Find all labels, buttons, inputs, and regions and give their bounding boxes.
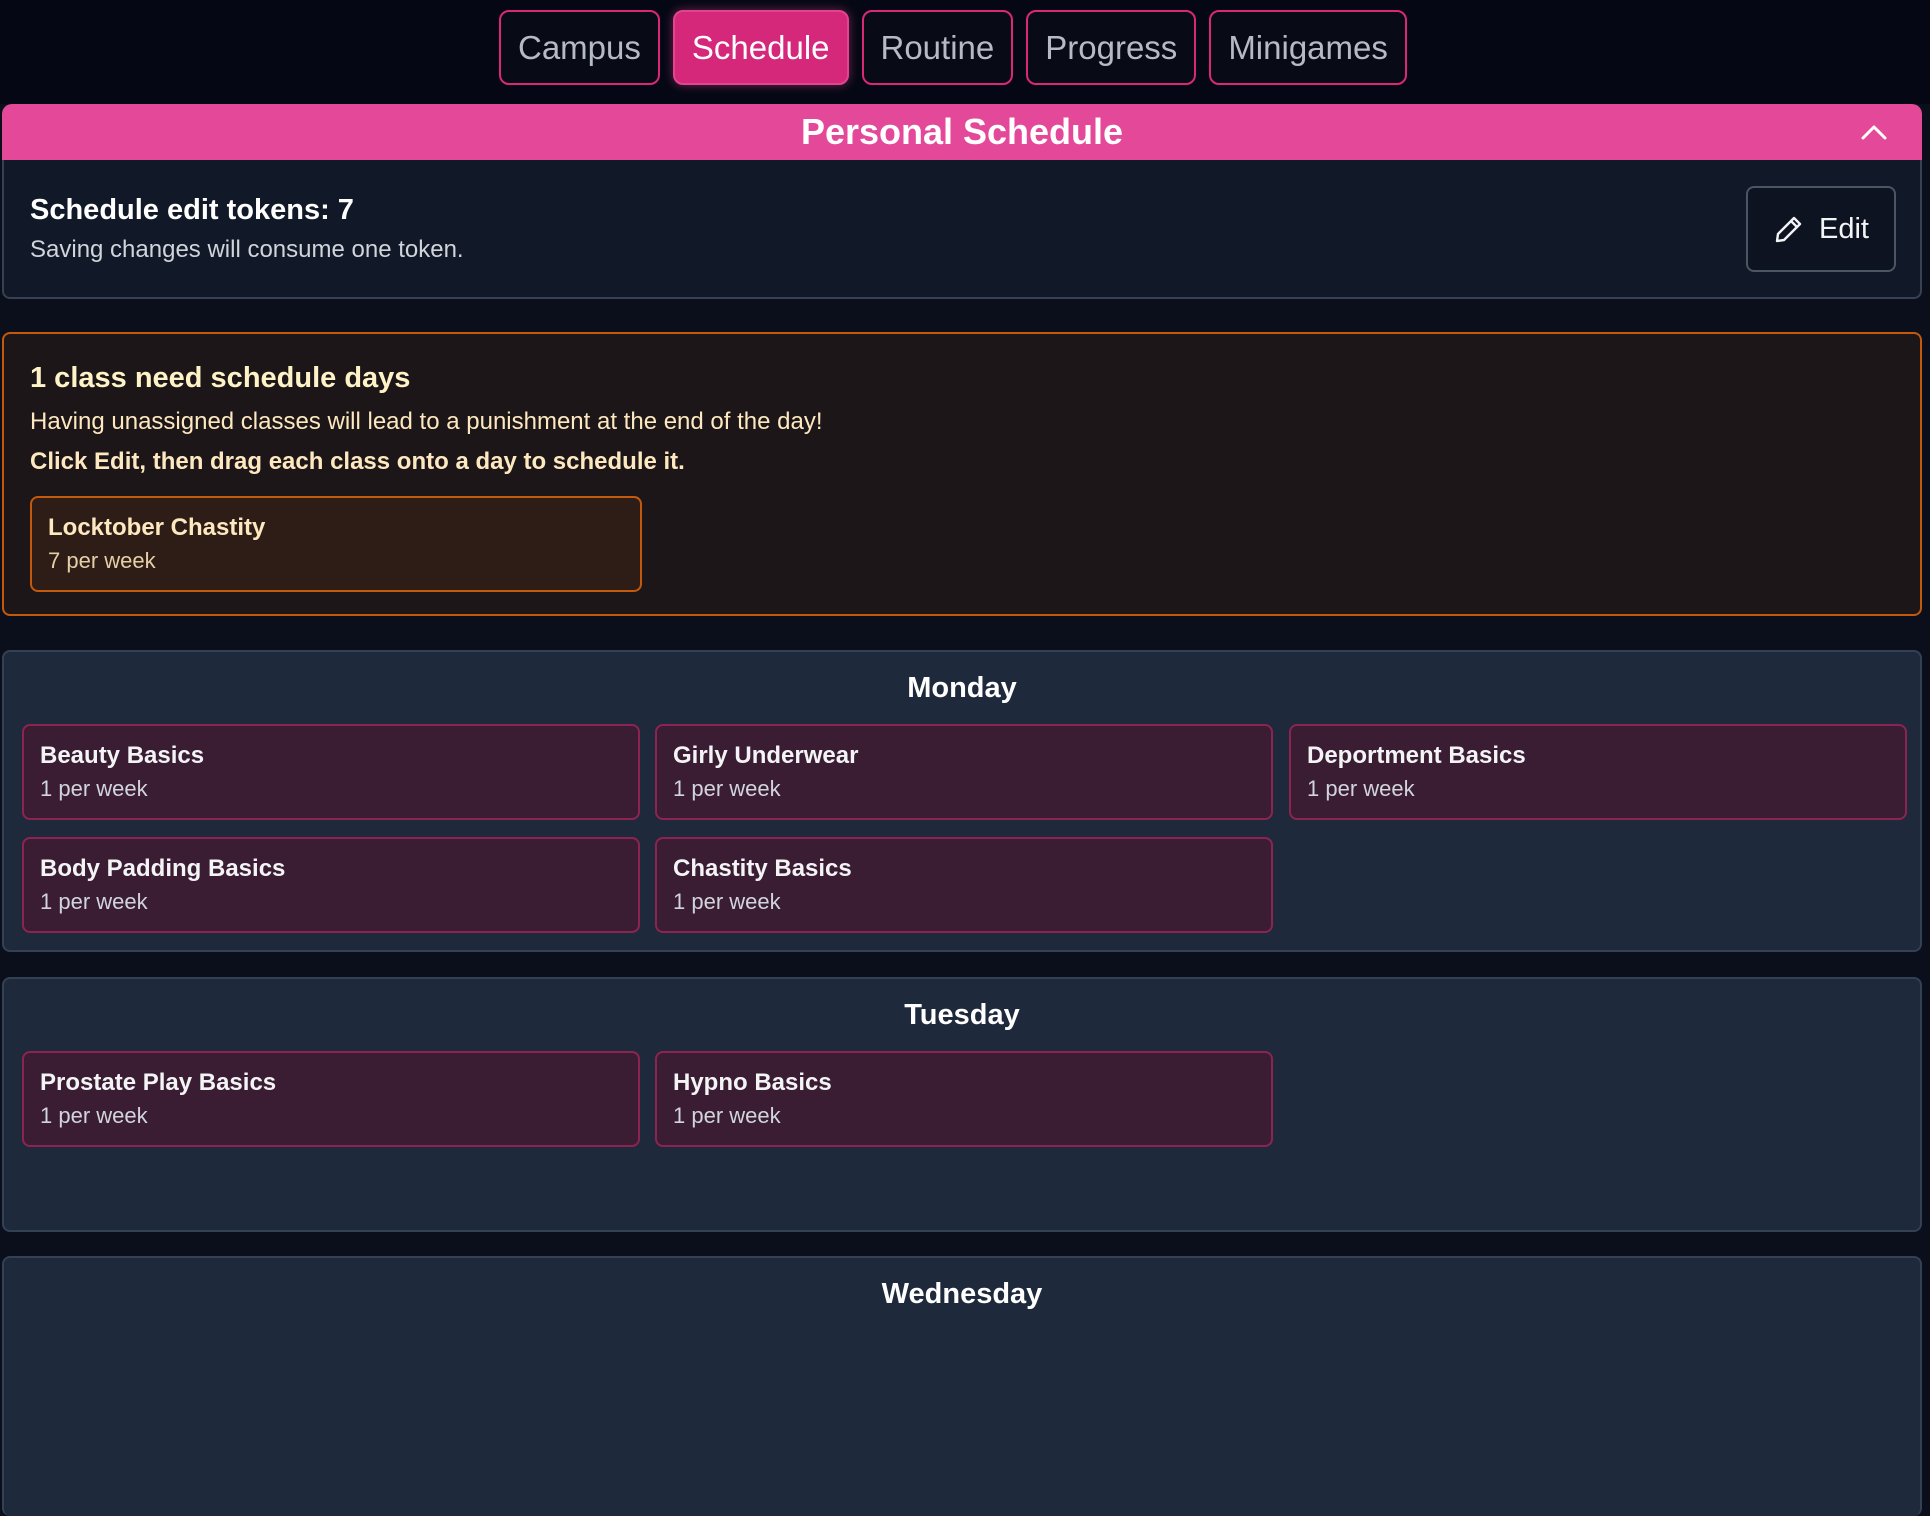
pencil-icon xyxy=(1775,216,1802,243)
class-name: Girly Underwear xyxy=(673,742,859,769)
warning-instructions: Click Edit, then drag each class onto a … xyxy=(30,448,685,475)
tab-schedule[interactable]: Schedule xyxy=(672,10,849,85)
class-card[interactable]: Beauty Basics 1 per week xyxy=(22,724,640,820)
class-name: Prostate Play Basics xyxy=(40,1069,277,1096)
edit-button-label: Edit xyxy=(1819,212,1869,245)
class-frequency: 1 per week xyxy=(673,1103,781,1128)
page-title: Personal Schedule xyxy=(800,111,1124,152)
class-frequency: 1 per week xyxy=(673,776,781,801)
day-title: Tuesday xyxy=(904,999,1020,1031)
class-frequency: 7 per week xyxy=(48,548,156,573)
top-nav: Campus Schedule Routine Progress Minigam… xyxy=(0,0,1930,104)
tab-campus[interactable]: Campus xyxy=(499,10,660,85)
class-card[interactable]: Deportment Basics 1 per week xyxy=(1289,724,1907,820)
class-name: Chastity Basics xyxy=(673,855,852,882)
class-name: Body Padding Basics xyxy=(40,855,286,882)
day-panel-wednesday: Wednesday xyxy=(2,1256,1922,1516)
unassigned-warning-panel: 1 class need schedule days Having unassi… xyxy=(2,332,1922,616)
tokens-panel: Schedule edit tokens: 7 Saving changes w… xyxy=(2,160,1922,299)
day-panel-monday: Monday Beauty Basics 1 per week Girly Un… xyxy=(2,650,1922,952)
class-card[interactable]: Body Padding Basics 1 per week xyxy=(22,837,640,933)
class-card[interactable]: Prostate Play Basics 1 per week xyxy=(22,1051,640,1147)
tokens-subtitle: Saving changes will consume one token. xyxy=(30,236,464,263)
warning-text: Having unassigned classes will lead to a… xyxy=(30,408,823,435)
schedule-header[interactable]: Personal Schedule xyxy=(2,104,1922,160)
class-frequency: 1 per week xyxy=(40,889,148,914)
tab-routine[interactable]: Routine xyxy=(861,10,1014,85)
day-panel-tuesday: Tuesday Prostate Play Basics 1 per week … xyxy=(2,977,1922,1232)
edit-button[interactable]: Edit xyxy=(1746,186,1896,272)
class-frequency: 1 per week xyxy=(1307,776,1415,801)
tokens-title: Schedule edit tokens: 7 xyxy=(30,194,354,226)
class-card[interactable]: Chastity Basics 1 per week xyxy=(655,837,1273,933)
class-name: Beauty Basics xyxy=(40,742,205,769)
class-name: Hypno Basics xyxy=(673,1069,832,1096)
collapse-button[interactable] xyxy=(1854,112,1894,152)
class-frequency: 1 per week xyxy=(40,1103,148,1128)
class-frequency: 1 per week xyxy=(40,776,148,801)
tab-minigames[interactable]: Minigames xyxy=(1209,10,1407,85)
class-card[interactable]: Girly Underwear 1 per week xyxy=(655,724,1273,820)
class-name: Deportment Basics xyxy=(1307,742,1526,769)
day-title: Wednesday xyxy=(881,1278,1043,1310)
unassigned-class-card[interactable]: Locktober Chastity 7 per week xyxy=(30,496,642,592)
class-frequency: 1 per week xyxy=(673,889,781,914)
day-title: Monday xyxy=(907,672,1017,704)
class-card[interactable]: Hypno Basics 1 per week xyxy=(655,1051,1273,1147)
class-name: Locktober Chastity xyxy=(48,514,266,541)
tab-bar: Campus Schedule Routine Progress Minigam… xyxy=(499,10,1407,85)
tab-progress[interactable]: Progress xyxy=(1026,10,1197,85)
chevron-up-icon xyxy=(1861,125,1887,140)
warning-title: 1 class need schedule days xyxy=(30,362,411,394)
